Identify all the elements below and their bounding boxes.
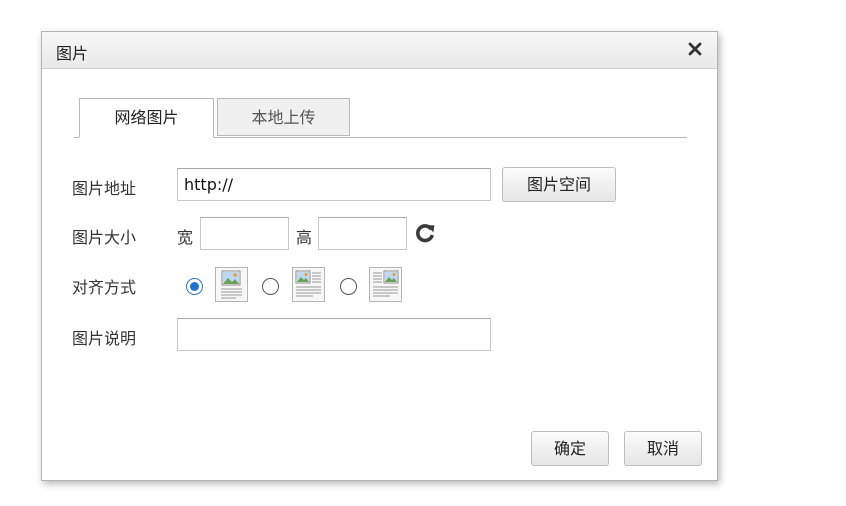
size-label: 图片大小 <box>72 228 137 247</box>
align-left-icon[interactable] <box>292 267 325 302</box>
height-input[interactable] <box>318 217 407 250</box>
align-right-icon[interactable] <box>369 267 402 302</box>
url-input[interactable] <box>177 168 491 201</box>
tab-bar: 网络图片 本地上传 <box>74 98 687 138</box>
url-label: 图片地址 <box>72 179 137 198</box>
tab-local-upload[interactable]: 本地上传 <box>217 98 350 136</box>
image-space-button[interactable]: 图片空间 <box>502 167 616 202</box>
align-right-radio[interactable] <box>340 278 357 295</box>
dialog-title: 图片 <box>56 44 89 63</box>
confirm-button[interactable]: 确定 <box>531 431 609 466</box>
description-input[interactable] <box>177 318 491 351</box>
align-default-icon[interactable] <box>215 267 248 302</box>
tab-network-image[interactable]: 网络图片 <box>79 98 214 138</box>
refresh-icon[interactable] <box>414 222 436 244</box>
width-input[interactable] <box>200 217 289 250</box>
height-label: 高 <box>296 228 313 247</box>
dialog-titlebar[interactable]: 图片 <box>42 32 717 69</box>
cancel-button[interactable]: 取消 <box>624 431 702 466</box>
align-label: 对齐方式 <box>72 278 137 297</box>
close-icon[interactable] <box>685 39 705 59</box>
description-label: 图片说明 <box>72 329 137 348</box>
width-label: 宽 <box>177 228 194 247</box>
align-left-radio[interactable] <box>262 278 279 295</box>
align-default-radio[interactable] <box>186 278 203 295</box>
image-dialog: 图片 网络图片 本地上传 图片地址 图片空间 图片大小 宽 高 对齐方式 <box>41 31 718 481</box>
